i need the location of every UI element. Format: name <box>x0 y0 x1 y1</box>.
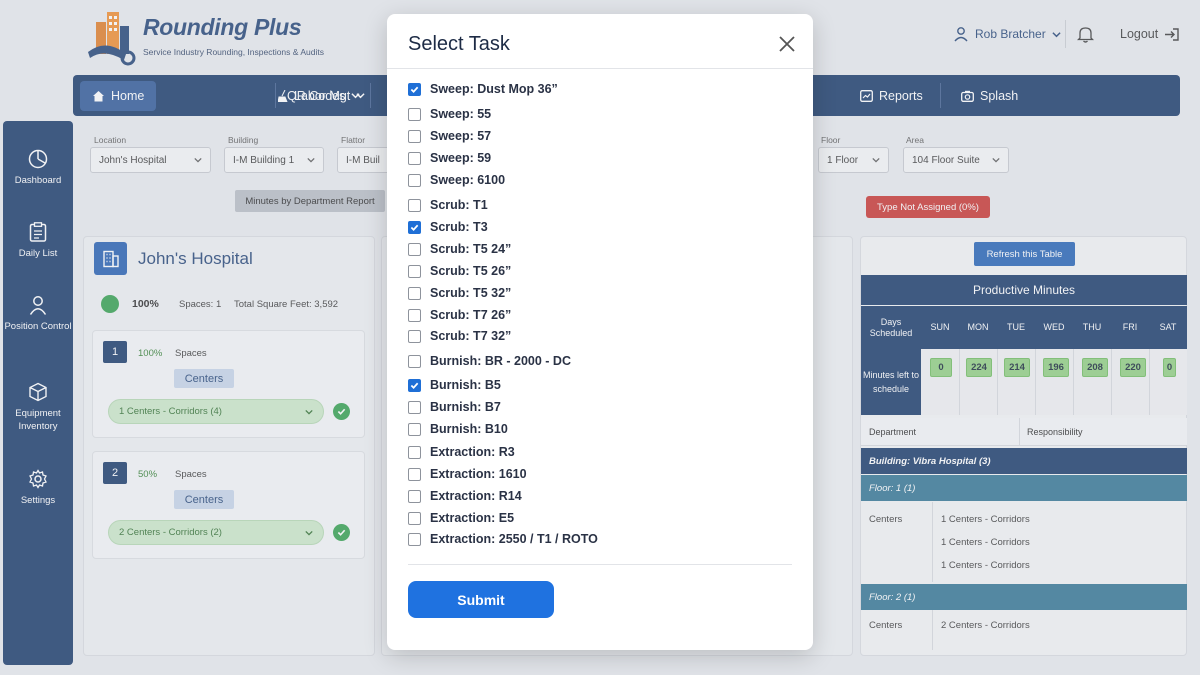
checkbox[interactable] <box>408 329 421 343</box>
checkbox[interactable] <box>408 532 421 546</box>
task-label: Burnish: B7 <box>430 400 501 414</box>
task-option[interactable]: Extraction: 2550 / T1 / ROTO <box>408 532 598 546</box>
checkbox[interactable] <box>408 129 421 143</box>
task-option[interactable]: Sweep: 57 <box>408 129 491 143</box>
task-option[interactable]: Extraction: 1610 <box>408 467 527 481</box>
task-label: Scrub: T1 <box>430 198 488 212</box>
task-option[interactable]: Sweep: 6100 <box>408 173 505 187</box>
checkbox[interactable] <box>408 445 421 459</box>
checkbox[interactable] <box>408 400 421 414</box>
task-option[interactable]: Burnish: B7 <box>408 400 501 414</box>
task-option[interactable]: Scrub: T5 26” <box>408 264 511 278</box>
checkbox[interactable] <box>408 198 421 212</box>
task-option[interactable]: Extraction: R14 <box>408 489 522 503</box>
task-option[interactable]: Sweep: Dust Mop 36” <box>408 82 558 96</box>
task-label: Scrub: T7 26” <box>430 308 512 322</box>
task-label: Scrub: T7 32” <box>430 329 512 343</box>
task-label: Scrub: T5 24” <box>430 242 512 256</box>
task-label: Extraction: E5 <box>430 511 515 525</box>
task-label: Scrub: T3 <box>430 220 488 234</box>
checkbox[interactable] <box>408 286 421 300</box>
task-option[interactable]: Scrub: T5 32” <box>408 286 511 300</box>
task-label: Burnish: BR - 2000 - DC <box>430 354 571 368</box>
task-label: Burnish: B5 <box>430 378 501 392</box>
task-option[interactable]: Scrub: T1 <box>408 198 488 212</box>
task-label: Scrub: T5 26” <box>430 264 512 278</box>
task-label: Sweep: 59 <box>430 151 492 165</box>
checkbox-checked[interactable] <box>408 82 421 96</box>
task-label: Extraction: 2550 / T1 / ROTO <box>430 532 598 546</box>
checkbox[interactable] <box>408 264 421 278</box>
checkbox-checked[interactable] <box>408 378 421 392</box>
task-option[interactable]: Scrub: T7 26” <box>408 308 511 322</box>
task-option[interactable]: Extraction: E5 <box>408 511 514 525</box>
modal-divider <box>408 564 792 565</box>
task-option[interactable]: Scrub: T3 <box>408 220 488 234</box>
task-option[interactable]: Burnish: B10 <box>408 422 508 436</box>
checkbox[interactable] <box>408 354 421 368</box>
checkbox[interactable] <box>408 151 421 165</box>
task-label: Extraction: R3 <box>430 445 515 459</box>
checkbox[interactable] <box>408 489 421 503</box>
submit-button[interactable]: Submit <box>408 581 554 618</box>
checkbox[interactable] <box>408 308 421 322</box>
modal-title: Select Task <box>408 33 510 55</box>
checkbox[interactable] <box>408 107 421 121</box>
checkbox[interactable] <box>408 511 421 525</box>
checkbox-checked[interactable] <box>408 220 421 234</box>
task-label: Sweep: 6100 <box>430 173 506 187</box>
checkbox[interactable] <box>408 422 421 436</box>
task-label: Sweep: 57 <box>430 129 492 143</box>
task-option[interactable]: Burnish: BR - 2000 - DC <box>408 354 571 368</box>
task-option[interactable]: Sweep: 55 <box>408 107 491 121</box>
task-option[interactable]: Scrub: T7 32” <box>408 329 511 343</box>
task-label: Extraction: R14 <box>430 489 522 503</box>
task-option[interactable]: Extraction: R3 <box>408 445 515 459</box>
modal-divider <box>387 68 813 69</box>
task-label: Extraction: 1610 <box>430 467 527 481</box>
checkbox[interactable] <box>408 242 421 256</box>
checkbox[interactable] <box>408 173 421 187</box>
task-label: Scrub: T5 32” <box>430 286 512 300</box>
task-option[interactable]: Sweep: 59 <box>408 151 491 165</box>
task-label: Sweep: 55 <box>430 107 492 121</box>
close-icon[interactable] <box>777 34 797 54</box>
checkbox[interactable] <box>408 467 421 481</box>
task-label: Burnish: B10 <box>430 422 508 436</box>
select-task-modal: Select Task Sweep: Dust Mop 36” Sweep: 55… <box>387 14 813 650</box>
task-option[interactable]: Scrub: T5 24” <box>408 242 511 256</box>
task-option[interactable]: Burnish: B5 <box>408 378 501 392</box>
task-label: Sweep: Dust Mop 36” <box>430 82 558 96</box>
